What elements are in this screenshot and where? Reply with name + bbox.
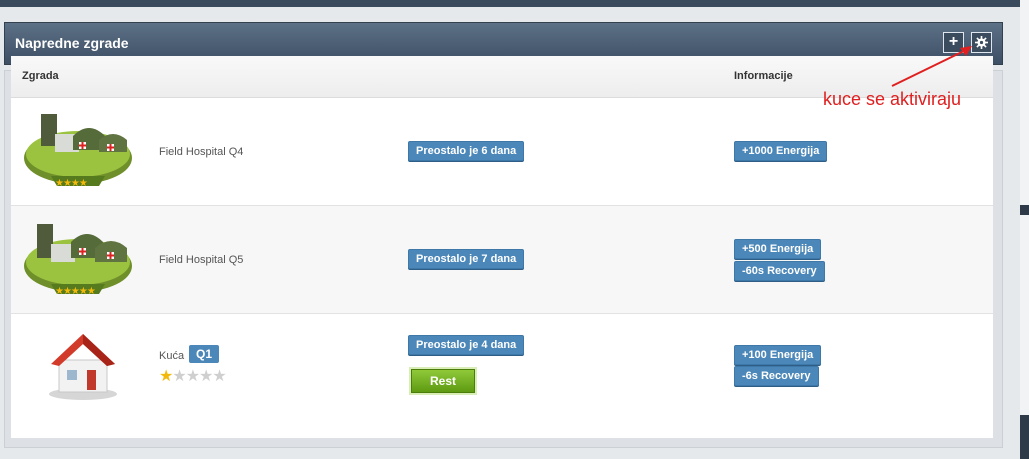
buildings-table: Zgrada Informacije ★★★★ Field Hospital Q… <box>11 56 993 438</box>
building-name: Kuća <box>159 350 185 362</box>
quality-badge: Q1 <box>189 345 220 363</box>
info-badge: -60s Recovery <box>734 261 825 281</box>
remaining-days-badge: Preostalo je 6 dana <box>408 141 525 161</box>
building-name: Field Hospital Q4 <box>159 146 244 158</box>
house-image <box>49 334 117 400</box>
remaining-days-badge: Preostalo je 4 dana <box>408 335 525 355</box>
table-row: ★★★★ Field Hospital Q4 Preostalo je 6 da… <box>11 98 993 206</box>
top-bar <box>0 0 1020 7</box>
info-badge: +100 Energija <box>734 345 822 365</box>
building-name: Field Hospital Q5 <box>159 254 244 266</box>
remaining-days-badge: Preostalo je 7 dana <box>408 249 525 269</box>
panel-title: Napredne zgrade <box>15 35 129 51</box>
info-badge: +500 Energija <box>734 239 822 259</box>
star-rating: ★★★★ <box>55 178 88 189</box>
table-row: ★★★★★ Field Hospital Q5 Preostalo je 7 d… <box>11 206 993 314</box>
star-rating: ★★★★★ <box>55 286 96 297</box>
column-header-building: Zgrada <box>22 70 59 82</box>
rest-button[interactable]: Rest <box>411 369 475 393</box>
star-filled-icon: ★ <box>159 368 173 385</box>
info-badge: +1000 Energija <box>734 141 828 161</box>
star-empty-icon: ★★★★ <box>172 368 226 385</box>
star-rating: ★★★★★ <box>159 366 227 386</box>
table-row: Kuća Q1 ★★★★★ Preostalo je 4 dana Rest +… <box>11 314 993 424</box>
info-badge: -6s Recovery <box>734 366 819 386</box>
column-header-info: Informacije <box>734 70 793 82</box>
annotation-arrow <box>891 46 972 87</box>
annotation-text: kuce se aktiviraju <box>823 89 962 109</box>
right-edge-strip <box>1020 0 1029 459</box>
